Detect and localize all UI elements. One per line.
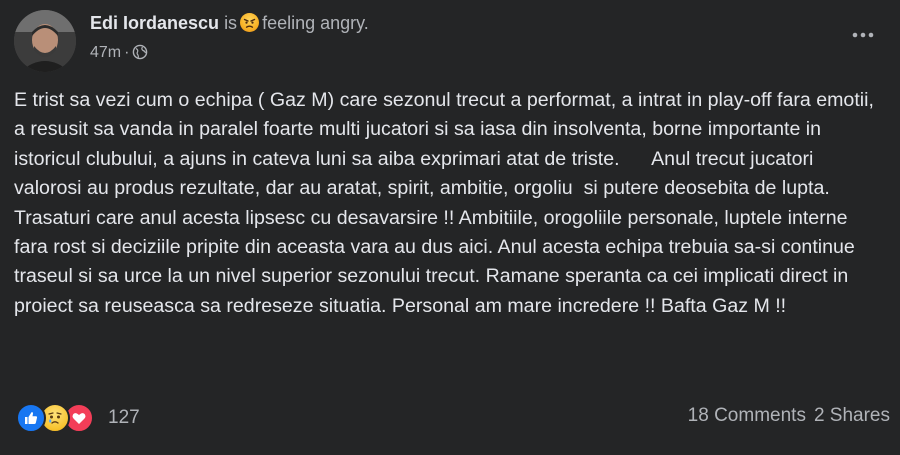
profile-photo <box>14 10 76 72</box>
globe-icon[interactable] <box>132 44 148 67</box>
author-name[interactable]: Edi Iordanescu <box>90 13 219 33</box>
facebook-post: Edi Iordanescu is feeling angry. 47m · E… <box>0 0 900 455</box>
like-icon <box>16 403 46 433</box>
feeling-text: feeling angry. <box>262 13 369 33</box>
reactions-summary[interactable]: 127 <box>16 403 140 433</box>
reaction-count[interactable]: 127 <box>108 407 140 429</box>
post-body-text: E trist sa vezi cum o echipa ( Gaz M) ca… <box>14 89 880 317</box>
comments-count-link[interactable]: 18 Comments <box>688 405 806 426</box>
post-header-line: Edi Iordanescu is feeling angry. <box>90 11 369 35</box>
post-time[interactable]: 47m <box>90 44 121 61</box>
meta-separator: · <box>124 44 130 61</box>
avatar[interactable] <box>14 10 76 72</box>
post-stats: 18 Comments 2 Shares <box>688 405 890 427</box>
post-meta: 47m · <box>90 42 148 67</box>
more-options-button[interactable] <box>848 27 878 47</box>
angry-emoji-icon <box>240 13 260 32</box>
shares-count-link[interactable]: 2 Shares <box>814 405 890 426</box>
is-text: is <box>224 13 238 33</box>
ellipsis-icon <box>852 32 874 38</box>
